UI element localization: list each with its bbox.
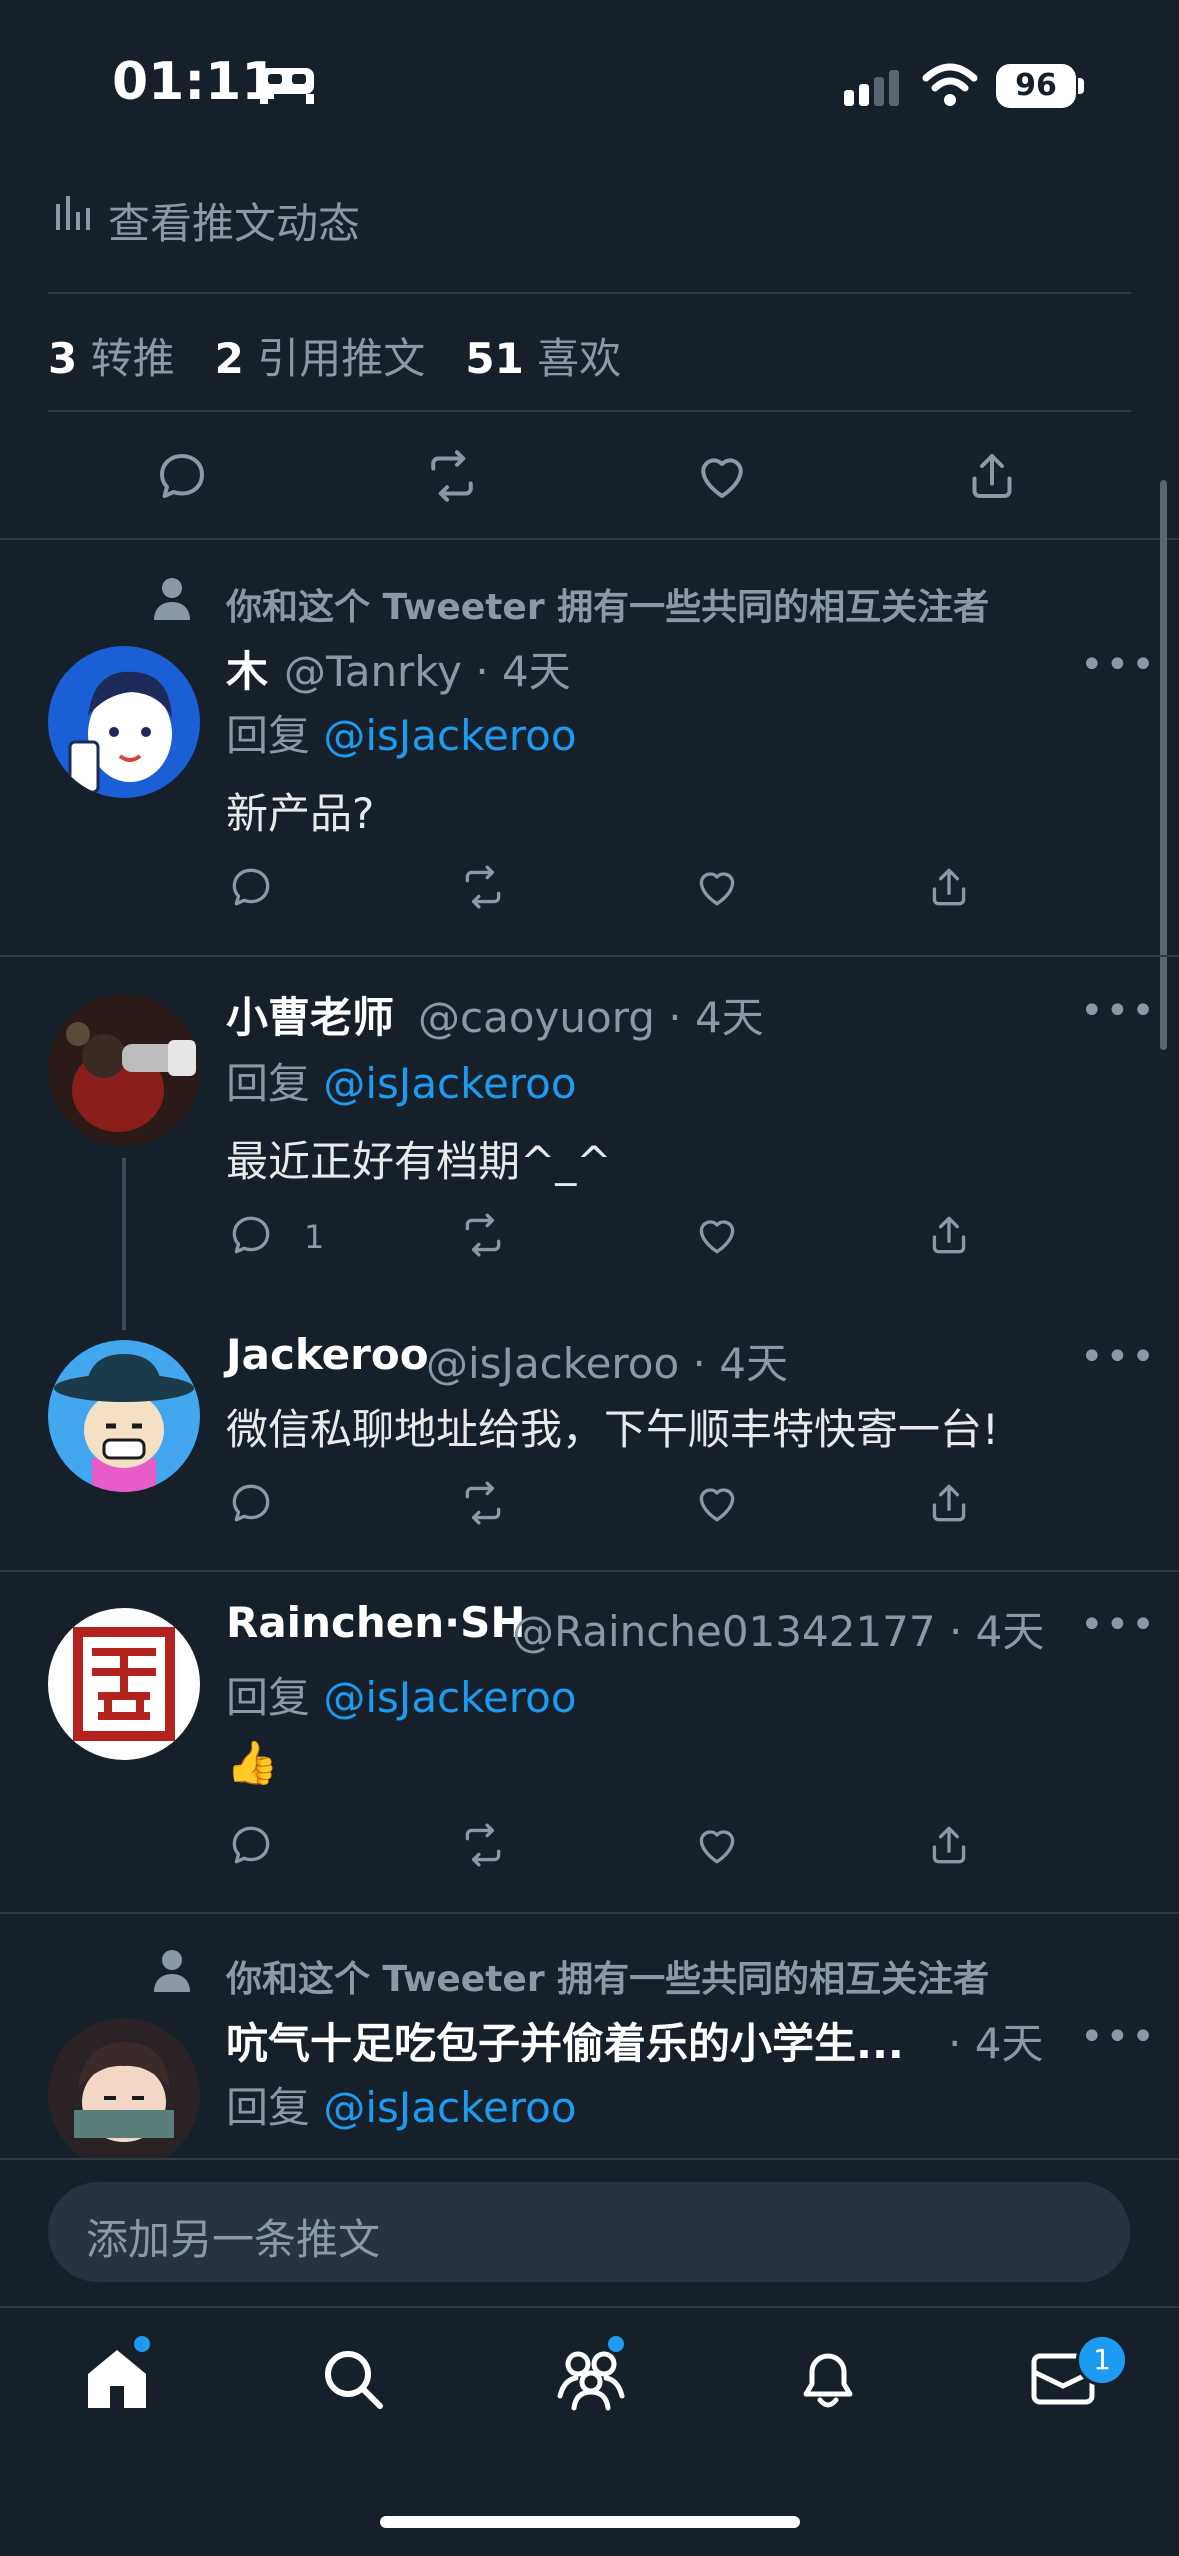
person-icon: [152, 1948, 192, 1992]
handle-and-time[interactable]: @isJackeroo · 4天: [426, 1330, 788, 1391]
reply-icon[interactable]: [226, 1210, 276, 1260]
like-icon[interactable]: [692, 1478, 742, 1528]
tab-search[interactable]: [320, 2346, 386, 2412]
reply-icon[interactable]: [226, 862, 276, 912]
reply-count: 1: [304, 1218, 325, 1256]
avatar[interactable]: [48, 994, 200, 1146]
communities-icon: [557, 2351, 625, 2411]
display-name[interactable]: 木: [226, 638, 268, 699]
display-name[interactable]: Rainchen·SH: [226, 1598, 526, 1647]
handle-and-time[interactable]: @Rainche01342177 · 4天: [512, 1598, 1044, 1659]
view-tweet-activity-link[interactable]: 查看推文动态: [108, 190, 360, 251]
divider: [48, 410, 1131, 412]
reply-context: 回复 @isJackeroo: [226, 711, 577, 760]
more-options-icon[interactable]: •••: [1080, 988, 1157, 1034]
display-name[interactable]: 吭气十足吃包子并偷着乐的小学生...: [226, 2010, 904, 2071]
social-context: 你和这个 Tweeter 拥有一些共同的相互关注者: [226, 587, 990, 628]
more-options-icon[interactable]: •••: [1080, 1334, 1157, 1380]
share-icon[interactable]: [924, 1820, 974, 1870]
avatar-clip: [48, 2018, 200, 2158]
engagement-stats: 3 转推 2 引用推文 51 喜欢: [48, 325, 621, 386]
share-icon[interactable]: [924, 1210, 974, 1260]
tweet-text: 👍: [226, 1738, 279, 1787]
communities-notification-dot: [608, 2336, 624, 2352]
wifi-icon: [922, 62, 978, 108]
more-options-icon[interactable]: •••: [1080, 1602, 1157, 1648]
display-name[interactable]: 小曹老师: [226, 984, 394, 1045]
reply-to-link[interactable]: @isJackeroo: [323, 1673, 576, 1722]
social-context: 你和这个 Tweeter 拥有一些共同的相互关注者: [226, 1959, 990, 2000]
like-icon[interactable]: [692, 446, 752, 506]
reply-icon[interactable]: [226, 1478, 276, 1528]
like-icon[interactable]: [692, 1820, 742, 1870]
compose-placeholder: 添加另一条推文: [86, 2215, 381, 2264]
messages-badge: 1: [1076, 2334, 1128, 2386]
tab-notifications[interactable]: [796, 2344, 860, 2412]
tab-bar-border: [0, 2306, 1179, 2308]
home-notification-dot: [134, 2336, 150, 2352]
avatar[interactable]: [48, 1340, 200, 1492]
share-icon[interactable]: [924, 862, 974, 912]
quotes-stat[interactable]: 2 引用推文: [215, 334, 426, 383]
retweets-stat[interactable]: 3 转推: [48, 334, 175, 383]
tab-home[interactable]: [82, 2346, 152, 2412]
thread-line: [122, 1158, 126, 1330]
retweet-icon[interactable]: [458, 1210, 508, 1260]
retweet-icon[interactable]: [458, 862, 508, 912]
retweet-icon[interactable]: [422, 446, 482, 506]
handle-and-time[interactable]: @Tanrky · 4天: [284, 638, 571, 699]
person-icon: [152, 576, 192, 620]
tweet-text: 微信私聊地址给我，下午顺丰特快寄一台!: [226, 1405, 999, 1454]
sleep-mode-icon: [258, 66, 316, 106]
reply-icon[interactable]: [152, 446, 212, 506]
home-indicator[interactable]: [380, 2516, 800, 2528]
tab-communities[interactable]: [554, 2346, 628, 2412]
handle-and-time[interactable]: · 4天: [948, 2010, 1043, 2071]
avatar[interactable]: [48, 1608, 200, 1760]
like-icon[interactable]: [692, 862, 742, 912]
reply-icon[interactable]: [226, 1820, 276, 1870]
avatar[interactable]: [48, 2018, 200, 2158]
avatar[interactable]: [48, 646, 200, 798]
reply-to-link[interactable]: @isJackeroo: [323, 1059, 576, 1108]
cellular-signal-icon: [842, 68, 904, 110]
reply-context: 回复 @isJackeroo: [226, 1059, 577, 1108]
status-time: 01:11: [112, 52, 278, 112]
battery-icon: 96: [996, 64, 1076, 108]
scrollbar[interactable]: [1160, 480, 1167, 1050]
more-options-icon[interactable]: •••: [1080, 2014, 1157, 2060]
divider: [0, 538, 1179, 540]
analytics-icon[interactable]: [52, 194, 92, 234]
share-icon[interactable]: [962, 446, 1022, 506]
battery-cap: [1078, 78, 1084, 94]
likes-stat[interactable]: 51 喜欢: [465, 334, 621, 383]
reply-context: 回复 @isJackeroo: [226, 2083, 577, 2132]
divider: [48, 292, 1131, 294]
handle-and-time[interactable]: @caoyuorg · 4天: [418, 984, 764, 1045]
like-icon[interactable]: [692, 1210, 742, 1260]
retweet-icon[interactable]: [458, 1820, 508, 1870]
reply-to-link[interactable]: @isJackeroo: [323, 711, 576, 760]
retweet-icon[interactable]: [458, 1478, 508, 1528]
bell-icon: [803, 2353, 853, 2408]
display-name[interactable]: Jackeroo: [226, 1330, 429, 1379]
divider: [0, 1912, 1179, 1914]
divider: [0, 1570, 1179, 1572]
divider: [0, 2158, 1179, 2160]
tweet-text: 最近正好有档期^_^: [226, 1137, 612, 1186]
tweet-text: 新产品?: [226, 789, 375, 838]
search-icon: [325, 2351, 383, 2409]
home-icon: [88, 2350, 146, 2408]
divider: [0, 955, 1179, 957]
more-options-icon[interactable]: •••: [1080, 642, 1157, 688]
reply-to-link[interactable]: @isJackeroo: [323, 2083, 576, 2132]
reply-context: 回复 @isJackeroo: [226, 1673, 577, 1722]
share-icon[interactable]: [924, 1478, 974, 1528]
